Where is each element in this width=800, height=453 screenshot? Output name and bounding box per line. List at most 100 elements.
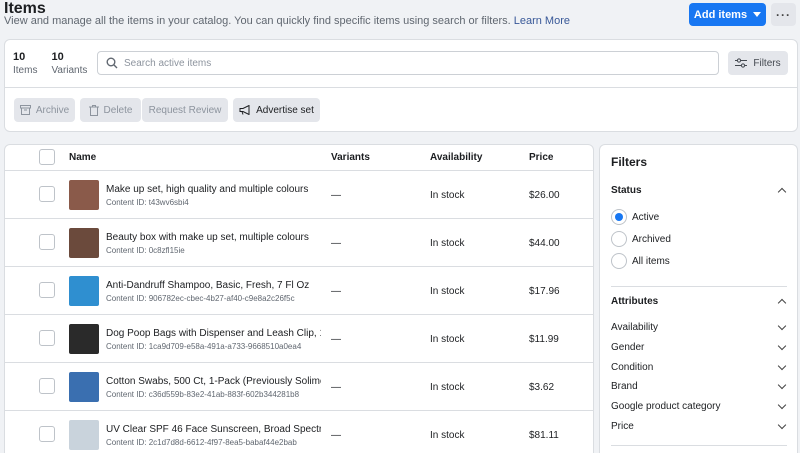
chevron-up-icon[interactable]: [777, 298, 787, 308]
variants-cell: —: [331, 190, 341, 201]
content-id: Content ID: t43wv6sbi4: [106, 198, 189, 207]
attribute-filter-label[interactable]: Google product category: [611, 401, 721, 412]
attribute-filter-label[interactable]: Brand: [611, 381, 638, 392]
chevron-down-icon[interactable]: [777, 321, 787, 331]
availability-cell: In stock: [430, 430, 465, 441]
variants-cell: —: [331, 334, 341, 345]
column-header-price[interactable]: Price: [529, 152, 553, 163]
product-thumbnail: [69, 276, 99, 306]
price-cell: $26.00: [529, 190, 560, 201]
availability-cell: In stock: [430, 382, 465, 393]
product-name[interactable]: Beauty box with make up set, multiple co…: [106, 232, 321, 243]
filters-button[interactable]: Filters: [728, 51, 788, 75]
chevron-down-icon[interactable]: [777, 400, 787, 410]
row-checkbox[interactable]: [39, 234, 55, 250]
page-subtitle: View and manage all the items in your ca…: [4, 15, 570, 27]
search-input[interactable]: [124, 57, 684, 69]
product-name[interactable]: Dog Poop Bags with Dispenser and Leash C…: [106, 328, 321, 339]
advertise-set-button[interactable]: Advertise set: [233, 98, 320, 122]
content-id: Content ID: c36d559b-83e2-41ab-883f-602b…: [106, 390, 300, 399]
chevron-down-icon[interactable]: [777, 381, 787, 390]
chevron-down-icon[interactable]: [777, 361, 787, 370]
price-cell: $17.96: [529, 286, 560, 297]
column-header-name[interactable]: Name: [69, 152, 96, 163]
add-items-button[interactable]: Add items: [689, 3, 766, 26]
megaphone-icon: [239, 105, 250, 115]
table-row[interactable]: Anti-Dandruff Shampoo, Basic, Fresh, 7 F…: [5, 267, 593, 315]
catalog-toolbar-card: 10 Items 10 Variants Filters Archive Del…: [4, 39, 798, 132]
select-all-checkbox[interactable]: [39, 149, 55, 165]
table-row[interactable]: Dog Poop Bags with Dispenser and Leash C…: [5, 315, 593, 363]
archive-label: Archive: [35, 104, 70, 116]
product-name[interactable]: Make up set, high quality and multiple c…: [106, 184, 321, 195]
status-option-label[interactable]: All items: [632, 256, 670, 267]
items-count-number: 10: [13, 51, 26, 63]
sliders-icon: [735, 58, 748, 68]
variants-cell: —: [331, 430, 341, 441]
delete-button[interactable]: Delete: [80, 98, 141, 122]
column-header-availability[interactable]: Availability: [430, 152, 482, 163]
advertise-set-label: Advertise set: [256, 104, 314, 116]
toolbar-divider: [5, 87, 797, 88]
product-thumbnail: [69, 324, 99, 354]
status-option-label[interactable]: Archived: [632, 234, 671, 245]
table-row[interactable]: Cotton Swabs, 500 Ct, 1-Pack (Previously…: [5, 363, 593, 411]
product-name[interactable]: Anti-Dandruff Shampoo, Basic, Fresh, 7 F…: [106, 280, 321, 291]
product-thumbnail: [69, 372, 99, 402]
availability-cell: In stock: [430, 334, 465, 345]
table-header: Name Variants Availability Price: [5, 145, 593, 171]
status-radio[interactable]: [611, 209, 627, 225]
variants-cell: —: [331, 286, 341, 297]
filters-button-label: Filters: [753, 57, 781, 69]
status-radio[interactable]: [611, 253, 627, 269]
content-id: Content ID: 2c1d7d8d-6612-4f97-8ea5-baba…: [106, 438, 297, 447]
row-checkbox[interactable]: [39, 282, 55, 298]
product-name[interactable]: UV Clear SPF 46 Face Sunscreen, Broad Sp…: [106, 424, 321, 435]
table-row[interactable]: UV Clear SPF 46 Face Sunscreen, Broad Sp…: [5, 411, 593, 453]
filters-panel: Filters Status Active Archived All items A…: [599, 144, 798, 453]
availability-cell: In stock: [430, 190, 465, 201]
attribute-filter-label[interactable]: Gender: [611, 342, 644, 353]
status-radio[interactable]: [611, 231, 627, 247]
status-option-label[interactable]: Active: [632, 212, 659, 223]
item-counts: 10 Items 10 Variants: [13, 51, 87, 76]
filters-divider: [611, 286, 787, 287]
variants-count: 10 Variants: [51, 51, 87, 76]
row-checkbox[interactable]: [39, 378, 55, 394]
trash-icon: [88, 104, 99, 116]
request-review-label: Request Review: [148, 104, 222, 116]
request-review-button[interactable]: Request Review: [142, 98, 228, 122]
search-box[interactable]: [97, 51, 719, 75]
chevron-down-icon[interactable]: [777, 420, 787, 430]
more-dots-icon: ···: [776, 7, 791, 22]
price-cell: $3.62: [529, 382, 555, 393]
items-table: Name Variants Availability Price Make up…: [4, 144, 594, 453]
product-name[interactable]: Cotton Swabs, 500 Ct, 1-Pack (Previously…: [106, 376, 321, 387]
variants-count-label: Variants: [51, 65, 88, 76]
more-options-button[interactable]: ···: [771, 3, 796, 26]
product-thumbnail: [69, 420, 99, 450]
row-checkbox[interactable]: [39, 330, 55, 346]
price-cell: $81.11: [529, 430, 559, 441]
attributes-section-title[interactable]: Attributes: [611, 296, 658, 307]
table-row[interactable]: Beauty box with make up set, multiple co…: [5, 219, 593, 267]
row-checkbox[interactable]: [39, 186, 55, 202]
status-section-title[interactable]: Status: [611, 185, 642, 196]
column-header-variants[interactable]: Variants: [331, 152, 370, 163]
table-row[interactable]: Make up set, high quality and multiple c…: [5, 171, 593, 219]
learn-more-link[interactable]: Learn More: [514, 15, 570, 27]
items-count: 10 Items: [13, 51, 37, 76]
archive-icon: [19, 105, 31, 115]
product-thumbnail: [69, 180, 99, 210]
archive-button[interactable]: Archive: [14, 98, 75, 122]
availability-cell: In stock: [430, 286, 465, 297]
chevron-down-icon[interactable]: [777, 341, 787, 351]
attribute-filter-label[interactable]: Availability: [611, 322, 658, 333]
attribute-filter-label[interactable]: Price: [611, 421, 634, 432]
variants-cell: —: [331, 238, 341, 249]
chevron-up-icon[interactable]: [777, 187, 787, 197]
attribute-filter-label[interactable]: Condition: [611, 362, 653, 373]
price-cell: $11.99: [529, 334, 559, 345]
price-cell: $44.00: [529, 238, 560, 249]
row-checkbox[interactable]: [39, 426, 55, 442]
